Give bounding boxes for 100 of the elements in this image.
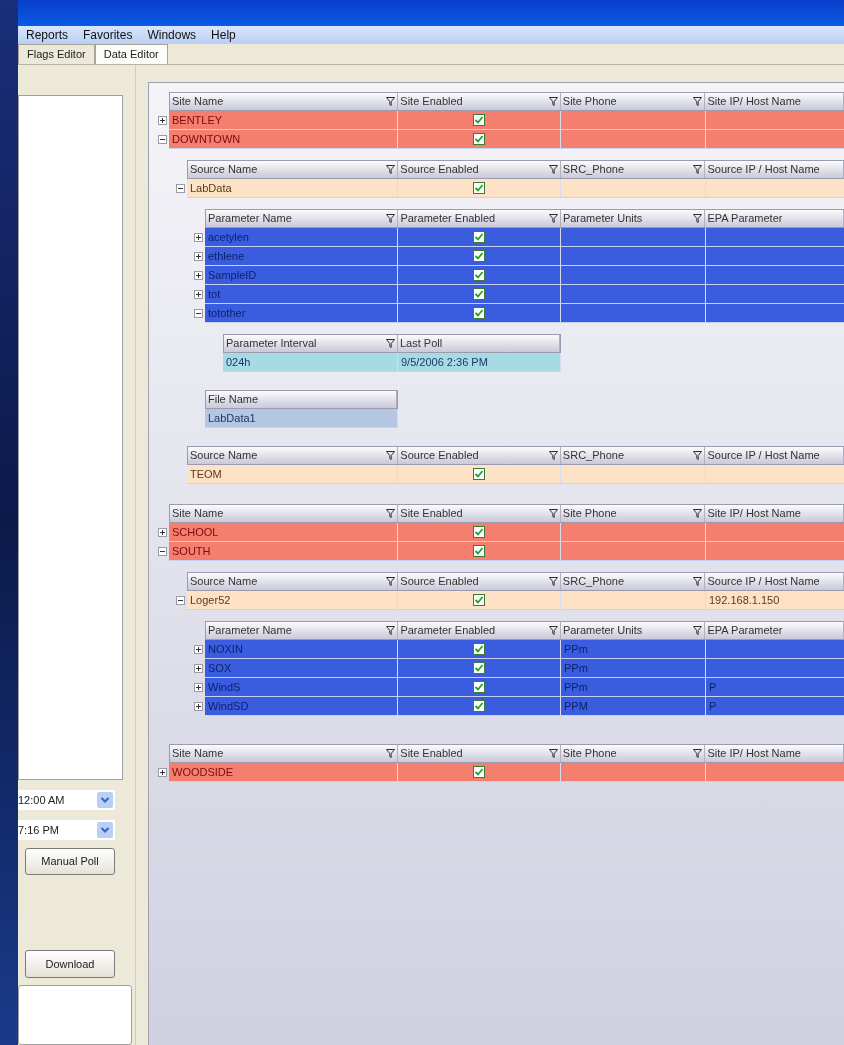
expand-icon[interactable] <box>193 233 203 242</box>
column-header[interactable]: File Name <box>206 391 397 408</box>
filter-icon[interactable] <box>693 214 703 223</box>
column-header[interactable]: EPA Parameter <box>705 622 844 639</box>
column-header[interactable]: Site Name <box>170 505 399 522</box>
filter-icon[interactable] <box>386 451 396 460</box>
column-header[interactable]: Parameter Interval <box>224 335 398 352</box>
collapse-icon[interactable] <box>193 309 203 318</box>
menu-item[interactable]: Windows <box>147 26 197 44</box>
checkbox[interactable] <box>473 250 485 262</box>
filter-icon[interactable] <box>548 749 558 758</box>
grid-row[interactable]: SOUTH <box>169 542 844 561</box>
column-header[interactable]: Source Enabled <box>398 447 561 464</box>
column-header[interactable]: Site Enabled <box>398 93 561 110</box>
checkbox[interactable] <box>473 681 485 693</box>
checkbox[interactable] <box>473 700 485 712</box>
checkbox[interactable] <box>473 307 485 319</box>
column-header[interactable]: Site Phone <box>560 745 706 762</box>
column-header[interactable]: Source IP / Host Name <box>705 573 844 590</box>
checkbox[interactable] <box>473 594 485 606</box>
grid-row[interactable]: Loger52 192.168.1.150 <box>187 591 844 610</box>
grid-row[interactable]: LabData1 <box>205 409 398 428</box>
grid-row[interactable]: SCHOOL <box>169 523 844 542</box>
column-header[interactable]: Source Enabled <box>398 161 561 178</box>
time-dropdown[interactable]: 12:00 AM <box>18 790 115 810</box>
collapse-icon[interactable] <box>157 547 167 556</box>
column-header[interactable]: Source Enabled <box>398 573 561 590</box>
filter-icon[interactable] <box>386 749 396 758</box>
filter-icon[interactable] <box>386 509 396 518</box>
expand-icon[interactable] <box>193 664 203 673</box>
column-header[interactable]: Source Name <box>188 447 399 464</box>
expand-icon[interactable] <box>157 528 167 537</box>
column-header[interactable]: Site Phone <box>560 93 706 110</box>
filter-icon[interactable] <box>548 214 558 223</box>
column-header[interactable]: Site IP/ Host Name <box>705 745 844 762</box>
checkbox[interactable] <box>473 288 485 300</box>
filter-icon[interactable] <box>548 509 558 518</box>
column-header[interactable]: Site Enabled <box>398 745 561 762</box>
column-header[interactable]: Parameter Enabled <box>398 210 561 227</box>
filter-icon[interactable] <box>386 97 396 106</box>
checkbox[interactable] <box>473 114 485 126</box>
checkbox[interactable] <box>473 545 485 557</box>
expand-icon[interactable] <box>193 702 203 711</box>
grid-row[interactable]: DOWNTOWN <box>169 130 844 149</box>
time-dropdown[interactable]: 7:16 PM <box>18 820 115 840</box>
checkbox[interactable] <box>473 182 485 194</box>
collapse-icon[interactable] <box>175 596 185 605</box>
column-header[interactable]: Source IP / Host Name <box>705 447 844 464</box>
filter-icon[interactable] <box>693 509 703 518</box>
filter-icon[interactable] <box>548 165 558 174</box>
checkbox[interactable] <box>473 133 485 145</box>
manual-poll-button[interactable]: Manual Poll <box>25 848 115 875</box>
filter-icon[interactable] <box>548 626 558 635</box>
grid-row[interactable]: TEOM <box>187 465 844 484</box>
filter-icon[interactable] <box>548 451 558 460</box>
checkbox[interactable] <box>473 231 485 243</box>
expand-icon[interactable] <box>157 116 167 125</box>
expand-icon[interactable] <box>193 683 203 692</box>
filter-icon[interactable] <box>385 339 395 348</box>
filter-icon[interactable] <box>693 577 703 586</box>
column-header[interactable]: EPA Parameter <box>705 210 844 227</box>
filter-icon[interactable] <box>693 165 703 174</box>
grid-row[interactable]: LabData <box>187 179 844 198</box>
filter-icon[interactable] <box>386 165 396 174</box>
expand-icon[interactable] <box>157 768 167 777</box>
column-header[interactable]: Last Poll <box>397 335 560 352</box>
menu-item[interactable]: Help <box>211 26 236 44</box>
column-header[interactable]: Site IP/ Host Name <box>705 505 844 522</box>
column-header[interactable]: Source Name <box>188 161 399 178</box>
list-box[interactable] <box>18 95 123 780</box>
column-header[interactable]: Parameter Name <box>206 622 399 639</box>
collapse-icon[interactable] <box>157 135 167 144</box>
checkbox[interactable] <box>473 526 485 538</box>
filter-icon[interactable] <box>548 577 558 586</box>
checkbox[interactable] <box>473 643 485 655</box>
filter-icon[interactable] <box>386 577 396 586</box>
expand-icon[interactable] <box>193 645 203 654</box>
text-box[interactable] <box>18 985 132 1045</box>
column-header[interactable]: Site Phone <box>560 505 706 522</box>
expand-icon[interactable] <box>193 271 203 280</box>
tab[interactable]: Data Editor <box>94 44 168 64</box>
checkbox[interactable] <box>473 766 485 778</box>
menu-item[interactable]: Favorites <box>83 26 133 44</box>
column-header[interactable]: Source IP / Host Name <box>705 161 844 178</box>
column-header[interactable]: Parameter Units <box>560 210 706 227</box>
column-header[interactable]: Site Name <box>170 93 399 110</box>
tab[interactable]: Flags Editor <box>18 44 95 64</box>
column-header[interactable]: Site Name <box>170 745 399 762</box>
column-header[interactable]: Source Name <box>188 573 399 590</box>
column-header[interactable]: Parameter Units <box>560 622 706 639</box>
column-header[interactable]: Parameter Enabled <box>398 622 561 639</box>
filter-icon[interactable] <box>386 214 396 223</box>
filter-icon[interactable] <box>693 749 703 758</box>
column-header[interactable]: SRC_Phone <box>560 573 706 590</box>
download-button[interactable]: Download <box>25 950 115 978</box>
checkbox[interactable] <box>473 468 485 480</box>
collapse-icon[interactable] <box>175 184 185 193</box>
column-header[interactable]: Site IP/ Host Name <box>705 93 844 110</box>
grid-row[interactable]: 024h 9/5/2006 2:36 PM <box>223 353 561 372</box>
expand-icon[interactable] <box>193 290 203 299</box>
